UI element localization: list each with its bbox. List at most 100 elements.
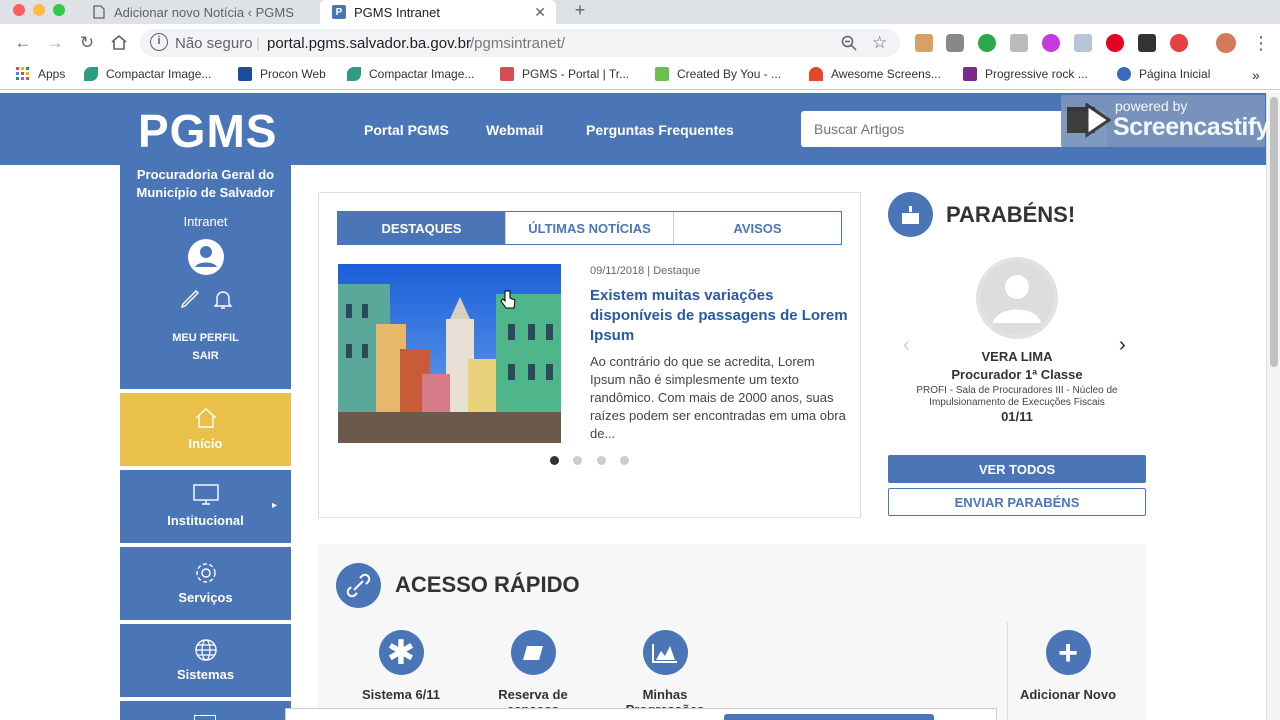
apps-grid-icon	[16, 67, 30, 81]
quick-access-title: ACESSO RÁPIDO	[395, 572, 580, 597]
url-host: portal.pgms.salvador.ba.gov.br	[267, 35, 472, 52]
rainbow-icon	[809, 67, 823, 81]
birthday-title: PARABÉNS!	[946, 202, 1076, 227]
bookmark-item[interactable]: Progressive rock ...	[963, 67, 1088, 81]
hand-cursor-icon	[500, 290, 516, 315]
carousel-dot[interactable]	[597, 456, 606, 465]
bookmark-apps[interactable]: Apps	[16, 67, 65, 81]
bookmark-item[interactable]: Página Inicial	[1117, 67, 1210, 81]
extension-icon[interactable]	[978, 34, 996, 52]
globe-icon	[120, 638, 291, 665]
quick-item-progressoes[interactable]: Minhas Progressões	[610, 630, 720, 717]
page-scrollbar[interactable]	[1266, 93, 1280, 720]
camera-icon[interactable]	[946, 34, 964, 52]
cake-icon	[888, 192, 933, 237]
extension-icon[interactable]	[915, 34, 933, 52]
bookmark-label: Progressive rock ...	[985, 67, 1088, 81]
close-tab-icon[interactable]: ✕	[534, 4, 546, 21]
my-profile-link[interactable]: MEU PERFIL	[120, 332, 291, 344]
more-bookmarks-button[interactable]: »	[1252, 67, 1260, 83]
back-icon[interactable]: ←	[13, 33, 33, 53]
sidebar-item-servicos[interactable]: Serviços	[120, 547, 291, 620]
minimize-window-button[interactable]	[33, 4, 45, 16]
home-browser-icon[interactable]	[109, 33, 129, 53]
leaf-icon	[84, 67, 98, 81]
site-logo[interactable]: PGMS	[138, 104, 277, 158]
sidebar-item-institucional[interactable]: Institucional ▸	[120, 470, 291, 543]
carousel-dot[interactable]	[573, 456, 582, 465]
sidebar-profile: Procuradoria Geral do Município de Salva…	[120, 165, 291, 389]
birthday-department: PROFI - Sala de Procuradores III - Núcle…	[916, 385, 1118, 408]
pgms-favicon-icon	[500, 67, 514, 81]
nav-portal-pgms[interactable]: Portal PGMS	[364, 122, 449, 138]
carousel-dot[interactable]	[550, 456, 559, 465]
close-window-button[interactable]	[13, 4, 25, 16]
tab-destaques[interactable]: DESTAQUES	[338, 212, 505, 244]
chevron-right-icon: ▸	[271, 500, 277, 511]
sidebar-item-label: Início	[188, 436, 223, 451]
tab-avisos[interactable]: AVISOS	[673, 212, 841, 244]
extension-icon[interactable]	[1042, 34, 1060, 52]
extension-icon[interactable]	[1138, 34, 1156, 52]
screencastify-watermark: powered by Screencastify	[1061, 95, 1270, 147]
reload-icon[interactable]: ↻	[77, 33, 97, 53]
birthday-name: VERA LIMA	[981, 349, 1053, 364]
security-label: Não seguro	[175, 35, 253, 52]
bookmark-item[interactable]: Awesome Screens...	[809, 67, 941, 81]
quick-item-label: Sistema 6/11	[361, 687, 441, 702]
pinterest-icon[interactable]	[1106, 34, 1124, 52]
nav-webmail[interactable]: Webmail	[486, 122, 543, 138]
logout-link[interactable]: SAIR	[120, 350, 291, 362]
bookmark-label: Apps	[38, 67, 66, 81]
screencastify-icon[interactable]	[1170, 34, 1188, 52]
procon-icon	[238, 67, 252, 81]
bookmark-item[interactable]: Created By You - ...	[655, 67, 781, 81]
add-new-button[interactable]: + Adicionar Novo	[1013, 630, 1123, 702]
menu-icon[interactable]: ⋮	[1252, 33, 1270, 54]
carousel-dot[interactable]	[620, 456, 629, 465]
home-icon	[120, 407, 291, 432]
bookmark-item[interactable]: Compactar Image...	[84, 67, 211, 81]
see-all-button[interactable]: VER TODOS	[888, 455, 1146, 483]
news-meta: 09/11/2018 | Destaque	[590, 265, 701, 277]
screencastify-logo-icon	[1067, 103, 1111, 138]
sidebar-item-label: Serviços	[178, 590, 233, 605]
nav-perguntas-frequentes[interactable]: Perguntas Frequentes	[586, 122, 734, 138]
quick-item-reserva[interactable]: Reserva de espaços	[478, 630, 588, 717]
avatar[interactable]	[1216, 33, 1236, 53]
bookmark-label: Página Inicial	[1139, 67, 1211, 81]
extension-icon[interactable]	[1010, 34, 1028, 52]
sidebar-item-sistemas[interactable]: Sistemas	[120, 624, 291, 697]
info-icon[interactable]: i	[150, 33, 168, 51]
bookmark-item[interactable]: PGMS - Portal | Tr...	[500, 67, 629, 81]
birthday-date: 01/11	[1001, 409, 1033, 424]
maximize-window-button[interactable]	[53, 4, 65, 16]
send-congrats-button[interactable]: ENVIAR PARABÉNS	[888, 488, 1146, 516]
forward-icon[interactable]: →	[45, 33, 65, 53]
dropbox-icon[interactable]	[1074, 34, 1092, 52]
url-path: /pgmsintranet/	[470, 35, 566, 52]
bookmark-star-icon[interactable]: ☆	[872, 33, 887, 53]
tab-ultimas-noticias[interactable]: ÚLTIMAS NOTÍCIAS	[505, 212, 673, 244]
pencil-icon[interactable]	[178, 287, 202, 316]
news-image[interactable]	[338, 264, 561, 443]
bookmark-label: Compactar Image...	[106, 67, 212, 81]
tab-title: PGMS Intranet	[354, 4, 440, 20]
bookmark-item[interactable]: Procon Web	[238, 67, 326, 81]
user-icon[interactable]	[187, 239, 224, 275]
sidebar-item-more[interactable]	[120, 701, 291, 720]
tab-adicionar-noticia[interactable]: Adicionar novo Notícia ‹ PGMS	[80, 0, 318, 24]
tab-pgms-intranet[interactable]: P PGMS Intranet ✕	[320, 0, 556, 24]
bookmark-item[interactable]: Compactar Image...	[347, 67, 474, 81]
sidebar-item-inicio[interactable]: Início	[120, 393, 291, 466]
bell-icon[interactable]	[212, 287, 234, 316]
add-new-label: Adicionar Novo	[1019, 687, 1117, 702]
popup-button[interactable]	[724, 714, 934, 720]
quick-item-sistema[interactable]: ✱ Sistema 6/11	[346, 630, 456, 702]
zoom-icon[interactable]	[841, 35, 857, 56]
scrollbar-thumb[interactable]	[1270, 97, 1278, 367]
new-tab-button[interactable]: +	[570, 0, 590, 20]
birthday-role: Procurador 1ª Classe	[951, 367, 1083, 382]
badge-label: powered by	[1115, 98, 1188, 114]
news-title[interactable]: Existem muitas variações disponíveis de …	[590, 286, 850, 346]
